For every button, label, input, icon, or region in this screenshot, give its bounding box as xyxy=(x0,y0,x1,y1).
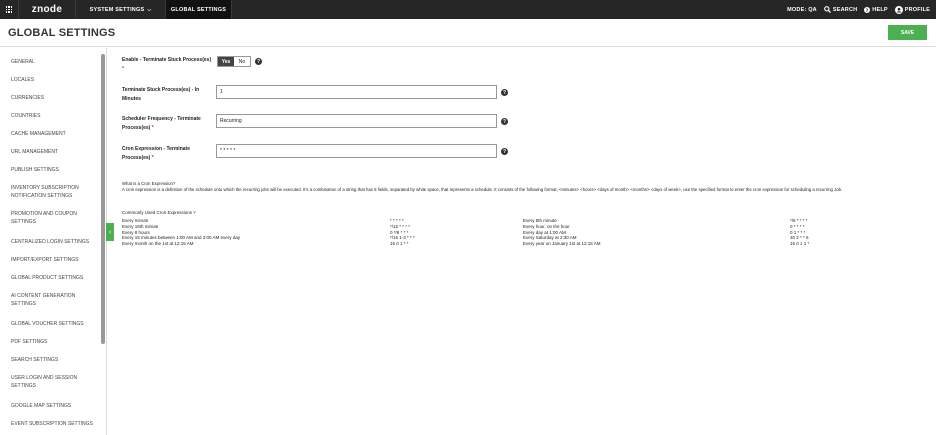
enable-terminate-toggle[interactable]: Yes No xyxy=(217,56,251,67)
settings-sidebar: GENERAL LOCALES CURRENCIES COUNTRIES CAC… xyxy=(0,48,100,435)
sidebar-item-currencies[interactable]: CURRENCIES xyxy=(11,94,101,102)
top-navigation-bar: znode SYSTEM SETTINGS ⌵ GLOBAL SETTINGS … xyxy=(0,0,936,19)
znode-logo[interactable]: znode xyxy=(19,0,76,19)
cron-desc: Every minute xyxy=(122,218,149,223)
svg-text:?: ? xyxy=(866,7,869,12)
sidebar-scrollbar[interactable] xyxy=(101,54,105,344)
sidebar-collapse-button[interactable]: ‹ xyxy=(106,223,114,241)
help-circle-icon: ? xyxy=(864,6,871,13)
save-button[interactable]: SAVE xyxy=(888,25,927,40)
cron-desc: Every 8 hours xyxy=(122,229,150,235)
nav-system-settings-label: SYSTEM SETTINGS xyxy=(89,6,145,13)
cron-desc: Every month on the 1st at 12:15 AM xyxy=(122,241,194,247)
cron-desc: Every Saturday at 2:30 AM xyxy=(523,235,577,241)
cron-expr: */5 * * * * xyxy=(790,218,808,223)
sidebar-item-search-settings[interactable]: SEARCH SETTINGS xyxy=(11,356,101,364)
sidebar-divider xyxy=(106,48,107,435)
cron-desc: Every 5th minute xyxy=(523,218,557,223)
sidebar-item-user-login-session[interactable]: USER LOGIN AND SESSION SETTINGS xyxy=(11,374,101,390)
common-cron-heading: Commonly Used Cron Expressions xyxy=(122,210,193,215)
page-header: GLOBAL SETTINGS SAVE xyxy=(0,19,936,47)
chevron-down-icon: ˅ xyxy=(193,210,196,215)
cron-expr: 30 2 * * 6 xyxy=(790,235,809,241)
cron-expr: * * * * * xyxy=(390,218,404,223)
cron-description: A cron expression is a definition of the… xyxy=(122,187,843,192)
cron-help-text: What is a Cron Expression? A cron expres… xyxy=(122,181,922,193)
sidebar-item-cache-management[interactable]: CACHE MANAGEMENT xyxy=(11,130,101,138)
nav-global-settings[interactable]: GLOBAL SETTINGS xyxy=(166,0,232,19)
scheduler-frequency-label: Scheduler Frequency - Terminate Process(… xyxy=(122,116,201,131)
sidebar-item-countries[interactable]: COUNTRIES xyxy=(11,112,101,120)
chevron-left-icon: ‹ xyxy=(108,228,112,236)
app-grid-icon[interactable] xyxy=(0,0,19,19)
sidebar-item-publish-settings[interactable]: PUBLISH SETTINGS xyxy=(11,166,101,174)
help-icon[interactable]: ? xyxy=(501,89,508,96)
cron-desc: Every year on January 1st at 12:15 AM xyxy=(523,241,601,247)
table-row: Every month on the 1st at 12:15 AM 15 0 … xyxy=(122,241,922,247)
sidebar-item-global-product[interactable]: GLOBAL PRODUCT SETTINGS xyxy=(11,274,101,282)
cron-expr: */15 * * * * xyxy=(390,223,411,229)
help-icon[interactable]: ? xyxy=(501,118,508,125)
cron-expression-input[interactable] xyxy=(216,144,497,158)
cron-expr: 0 */8 * * * xyxy=(390,229,409,235)
profile-label: PROFILE xyxy=(904,6,930,13)
cron-expression-label: Cron Expression - Terminate Process(es) … xyxy=(122,146,190,161)
help-icon[interactable]: ? xyxy=(255,58,262,65)
nav-system-settings[interactable]: SYSTEM SETTINGS ⌵ xyxy=(76,0,166,19)
cron-desc: Every 15 minutes between 1:00 AM and 3:0… xyxy=(122,235,241,241)
enable-terminate-label: Enable - Terminate Stuck Process(es) * xyxy=(122,57,212,72)
cron-desc: Every day at 1:00 AM xyxy=(523,229,566,235)
chevron-down-icon: ⌵ xyxy=(147,6,152,13)
search-label: SEARCH xyxy=(832,6,858,13)
cron-expr: */15 1-3 * * * xyxy=(390,235,415,241)
help-label: HELP xyxy=(872,6,888,13)
sidebar-item-inventory-subscription[interactable]: INVENTORY SUBSCRIPTION NOTIFICATION SETT… xyxy=(11,184,101,200)
terminate-minutes-input[interactable] xyxy=(216,85,497,99)
common-cron-toggle[interactable]: Commonly Used Cron Expressions ˅ xyxy=(122,210,196,215)
sidebar-item-import-export[interactable]: IMPORT/EXPORT SETTINGS xyxy=(11,256,101,264)
sidebar-item-global-voucher[interactable]: GLOBAL VOUCHER SETTINGS xyxy=(11,320,101,328)
cron-expr: 15 0 1 * * xyxy=(390,241,409,247)
sidebar-item-pdf-settings[interactable]: PDF SETTINGS xyxy=(11,338,101,346)
cron-desc: Every hour, on the hour xyxy=(523,223,570,229)
help-button[interactable]: ? HELP xyxy=(864,6,888,13)
terminate-minutes-label: Terminate Stuck Process(es) - In Minutes xyxy=(122,87,200,102)
sidebar-item-locales[interactable]: LOCALES xyxy=(11,76,101,84)
sidebar-item-url-management[interactable]: URL MANAGEMENT xyxy=(11,148,101,156)
toggle-yes[interactable]: Yes xyxy=(218,57,234,66)
mode-indicator[interactable]: MODE: QA xyxy=(787,7,817,13)
sidebar-item-event-subscription[interactable]: EVENT SUBSCRIPTION SETTINGS xyxy=(11,420,101,428)
page-title: GLOBAL SETTINGS xyxy=(8,27,116,39)
scheduler-frequency-input[interactable] xyxy=(216,114,497,128)
profile-button[interactable]: PROFILE xyxy=(894,5,930,14)
sidebar-item-google-map[interactable]: GOOGLE MAP SETTINGS xyxy=(11,402,101,410)
sidebar-item-ai-content[interactable]: AI CONTENT GENERATION SETTINGS xyxy=(11,292,101,308)
cron-expr: 0 * * * * xyxy=(790,223,805,229)
toggle-no[interactable]: No xyxy=(234,57,250,66)
cron-desc: Every 15th minute xyxy=(122,223,159,229)
common-cron-table: Every minute * * * * * Every 5th minute … xyxy=(122,218,922,247)
cron-expr: 0 1 * * * xyxy=(790,229,806,235)
sidebar-item-general[interactable]: GENERAL xyxy=(11,58,101,66)
search-button[interactable]: SEARCH xyxy=(823,6,858,13)
sidebar-item-promotion-coupon[interactable]: PROMOTION AND COUPON SETTINGS xyxy=(11,210,101,226)
search-icon xyxy=(823,6,831,13)
user-avatar-icon xyxy=(894,5,903,14)
help-icon[interactable]: ? xyxy=(501,148,508,155)
cron-expr: 15 0 1 1 * xyxy=(790,241,810,247)
sidebar-item-centralized-login[interactable]: CENTRALIZED LOGIN SETTINGS xyxy=(11,238,101,246)
